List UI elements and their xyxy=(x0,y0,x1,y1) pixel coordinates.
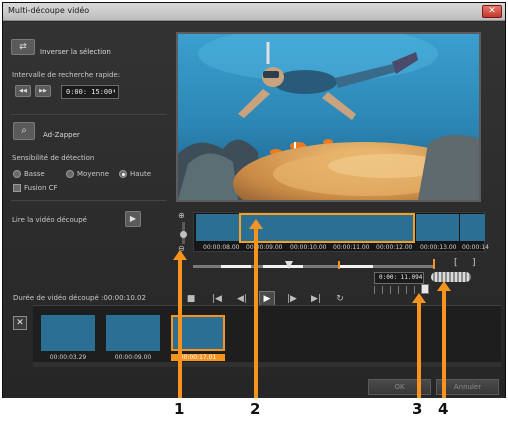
ok-button[interactable]: OK xyxy=(368,379,431,395)
trimmed-segment xyxy=(339,265,373,268)
sensitivity-medium-label: Moyenne xyxy=(77,170,109,178)
strip-time-label: 00:00:12.00 xyxy=(376,244,413,251)
frame-thumbnail xyxy=(460,214,485,241)
fusion-cf-label: Fusion CF xyxy=(24,184,58,192)
frame-thumbnail xyxy=(196,214,239,241)
trimmed-clip[interactable] xyxy=(106,315,160,351)
rewind-button[interactable]: ◀◀ xyxy=(15,85,31,97)
trimmed-duration-label: Durée de vidéo découpé :00:00:10.02 xyxy=(13,294,146,302)
zoom-slider[interactable] xyxy=(180,222,187,244)
invert-selection-icon[interactable]: ⇄ xyxy=(11,39,35,55)
tray-scrollbar[interactable] xyxy=(33,362,501,367)
trimmed-segment xyxy=(221,265,251,268)
strip-time-label: 00:00:09.00 xyxy=(246,244,283,251)
spinner-icon[interactable]: ⬍ xyxy=(112,86,116,98)
sensitivity-low-radio[interactable] xyxy=(13,170,21,178)
callout-arrow-3 xyxy=(412,293,426,303)
sensitivity-low-label: Basse xyxy=(24,170,45,178)
strip-time-label: 00:00:08.00 xyxy=(203,244,240,251)
mark-in-button[interactable]: [ xyxy=(454,258,458,268)
strip-time-label: 00:00:11.00 xyxy=(333,244,370,251)
callout-arrow-2 xyxy=(249,219,263,229)
callout-number-1: 1 xyxy=(174,400,185,418)
callout-arrow-1 xyxy=(173,250,187,260)
quick-search-interval-field[interactable]: 0:00: 15:00 ⬍ xyxy=(61,85,119,99)
trimmed-clips-tray: 00:00:03.29 00:00:09.00 00:00:17.01 xyxy=(33,305,501,367)
zoom-in-icon[interactable]: ⊕ xyxy=(178,211,185,220)
stop-button[interactable]: ■ xyxy=(184,292,198,306)
mark-out-button[interactable]: ] xyxy=(472,258,476,268)
play-trimmed-video-button[interactable]: ▶ xyxy=(125,211,141,227)
callout-number-4: 4 xyxy=(438,400,449,418)
sensitivity-high-radio[interactable] xyxy=(119,170,127,178)
callout-arrow-4 xyxy=(437,281,451,291)
close-button[interactable]: ✕ xyxy=(482,5,502,18)
sensitivity-medium-radio[interactable] xyxy=(66,170,74,178)
callout-number-3: 3 xyxy=(412,400,423,418)
scrub-bar[interactable] xyxy=(193,261,433,269)
go-to-end-button[interactable]: ▶| xyxy=(309,292,323,306)
fusion-cf-checkbox[interactable] xyxy=(13,184,21,192)
trimmed-clip[interactable] xyxy=(41,315,95,351)
trimmed-clip-label: 00:00:09.00 xyxy=(114,354,152,361)
callout-pointer-1 xyxy=(178,252,182,398)
quick-search-interval-value: 0:00: 15:00 xyxy=(66,88,113,96)
strip-time-label: 00:00:10.00 xyxy=(290,244,327,251)
ad-zapper-link[interactable]: Ad-Zapper xyxy=(43,131,80,139)
callout-pointer-2 xyxy=(254,222,258,398)
ad-zapper-icon[interactable]: ⌕ xyxy=(13,122,35,140)
trimmed-clip-label: 00:00:03.29 xyxy=(49,354,87,361)
invert-selection-link[interactable]: Inverser la sélection xyxy=(40,48,111,56)
divider xyxy=(11,200,166,201)
repeat-icon[interactable]: ↻ xyxy=(333,292,347,306)
detection-sensitivity-label: Sensibilité de détection xyxy=(12,154,95,162)
frame-thumbnail xyxy=(416,214,459,241)
selected-range-highlight xyxy=(239,213,415,243)
window-title: Multi-découpe vidéo xyxy=(8,6,90,15)
callout-pointer-4 xyxy=(442,285,446,398)
delete-clip-button[interactable]: ✕ xyxy=(13,316,27,330)
current-position-marker xyxy=(338,261,340,269)
time-readout[interactable]: 0:00: 11.094 xyxy=(374,272,424,284)
frame-thumbnail-strip[interactable]: 00:00:08.00 00:00:09.00 00:00:10.00 00:0… xyxy=(193,212,489,252)
time-readout-value: 0:00: 11.094 xyxy=(379,274,423,281)
underwater-snorkeler-frame xyxy=(178,34,479,200)
mark-marker xyxy=(433,259,435,269)
zoom-slider-thumb[interactable] xyxy=(180,231,187,238)
next-frame-button[interactable]: |▶ xyxy=(285,292,299,306)
divider xyxy=(11,114,166,115)
callout-pointer-3 xyxy=(417,298,421,398)
play-trimmed-video-label: Lire la vidéo découpé xyxy=(12,216,87,224)
strip-time-label: 00:00:13.00 xyxy=(420,244,457,251)
trimmed-segment xyxy=(263,265,303,268)
previous-frame-button[interactable]: ◀| xyxy=(235,292,249,306)
sensitivity-high-label: Haute xyxy=(130,170,152,178)
strip-time-label: 00:00:14 xyxy=(462,244,489,251)
fast-forward-button[interactable]: ▶▶ xyxy=(35,85,51,97)
video-preview xyxy=(176,32,481,202)
go-to-start-button[interactable]: |◀ xyxy=(210,292,224,306)
quick-search-label: Intervalle de recherche rapide: xyxy=(12,71,121,79)
callout-number-2: 2 xyxy=(250,400,261,418)
title-bar: Multi-découpe vidéo ✕ xyxy=(3,3,505,21)
